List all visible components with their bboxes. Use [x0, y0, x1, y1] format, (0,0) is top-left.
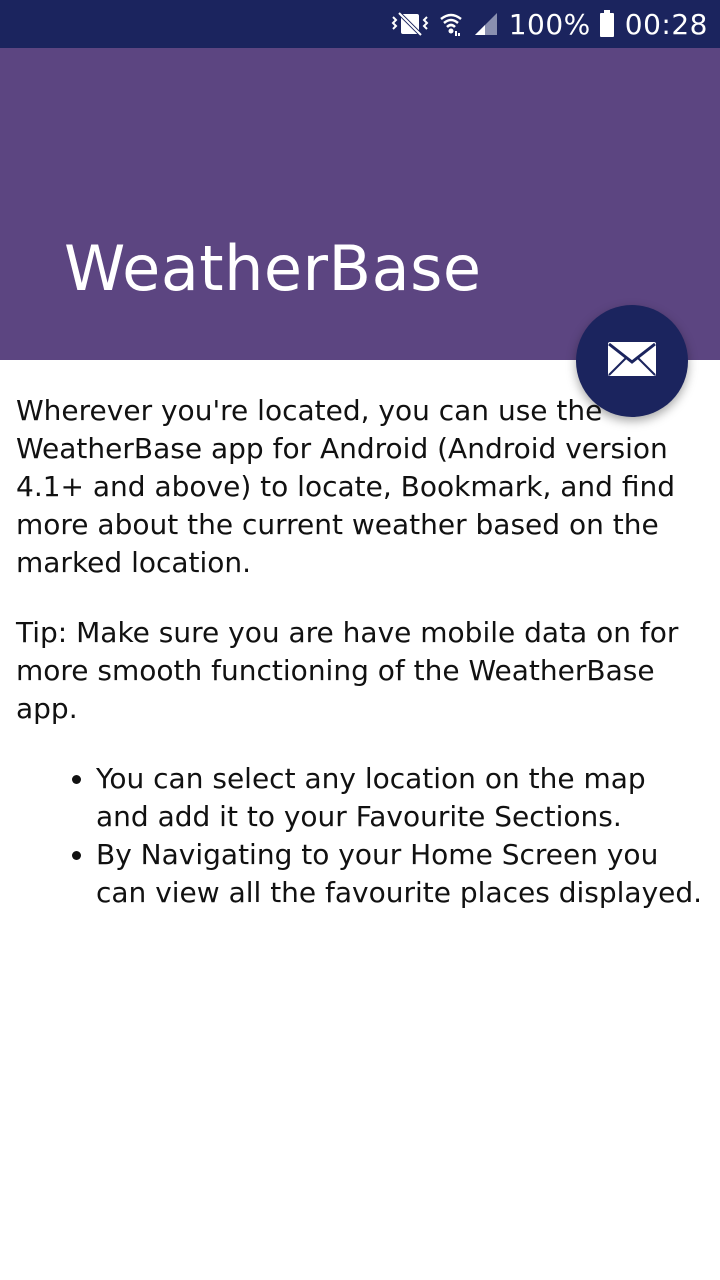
- clock: 00:28: [624, 7, 708, 41]
- content-body: Wherever you're located, you can use the…: [16, 392, 706, 912]
- battery-percent: 100%: [508, 7, 591, 41]
- wifi-icon: [439, 11, 463, 37]
- intro-paragraph: Wherever you're located, you can use the…: [16, 394, 676, 579]
- feature-list: You can select any location on the map a…: [16, 760, 706, 912]
- mail-icon: [607, 341, 657, 381]
- status-bar: 100% 00:28: [0, 0, 720, 48]
- vibrate-icon: [391, 11, 429, 37]
- page-title: WeatherBase: [64, 232, 482, 305]
- battery-icon: [599, 10, 615, 38]
- tip-paragraph: Tip: Make sure you are have mobile data …: [16, 616, 679, 725]
- list-item: By Navigating to your Home Screen you ca…: [96, 836, 706, 912]
- signal-icon: [473, 11, 499, 37]
- list-item: You can select any location on the map a…: [96, 760, 706, 836]
